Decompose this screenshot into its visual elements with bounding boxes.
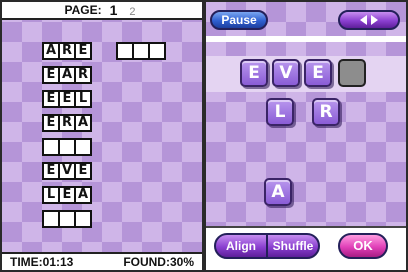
ok-button[interactable]: OK [338,233,388,259]
word-slot [42,138,92,156]
timer-label: TIME:01:13 [10,255,74,269]
arrow-left-icon[interactable] [360,15,367,25]
letter-cell: R [74,66,92,84]
letter-tile-r[interactable]: R [312,98,340,126]
letter-cell [148,42,166,60]
page-current: 1 [109,2,122,18]
page-label: PAGE: [64,3,102,17]
align-shuffle-control: Align Shuffle [214,233,320,259]
letter-cell: A [74,114,92,132]
letter-tile-l[interactable]: L [266,98,294,126]
word-letter-tile[interactable]: E [240,59,268,87]
letter-cell [74,210,92,228]
empty-letter-slot [338,59,366,87]
word-slot: E A R [42,66,92,84]
word-letter-tile[interactable]: E [304,59,332,87]
letter-cell: L [74,90,92,108]
word-slot [42,210,92,228]
letter-cell: A [74,186,92,204]
align-button[interactable]: Align [216,235,266,257]
page-indicator: PAGE: 1 2 [2,2,202,20]
current-word-area: E V E [206,56,406,92]
word-list-screen: PAGE: 1 2 A R E E A R E E L E R A E V E … [2,2,202,270]
word-slot [116,42,166,60]
word-slot: L E A [42,186,92,204]
letter-cell: E [74,42,92,60]
letter-cell: E [74,162,92,180]
arrow-right-icon[interactable] [371,15,378,25]
status-bar: TIME:01:13 FOUND:30% [2,252,202,270]
found-percent-label: FOUND:30% [123,255,194,269]
page-next: 2 [129,6,140,18]
letter-tile-a[interactable]: A [264,178,292,206]
word-slot: E E L [42,90,92,108]
page-nav-button[interactable] [338,10,400,30]
shuffle-button[interactable]: Shuffle [268,235,318,257]
word-slot: E V E [42,162,92,180]
word-slot: E R A [42,114,92,132]
pause-button[interactable]: Pause [210,10,268,30]
divider-strip [206,36,406,42]
action-panel: Align Shuffle OK [206,226,406,270]
play-screen: Pause E V E L R A Align Shuffle OK [206,2,406,270]
word-letter-tile[interactable]: V [272,59,300,87]
word-slot: A R E [42,42,92,60]
letter-cell [74,138,92,156]
